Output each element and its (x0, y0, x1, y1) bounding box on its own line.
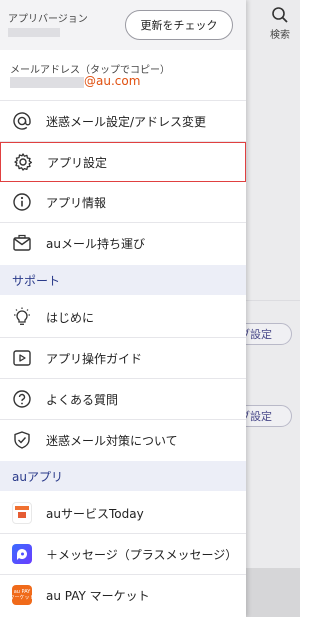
menu-item-label: アプリ情報 (46, 195, 107, 210)
section-title: サポート (12, 273, 61, 288)
menu-item-label: auサービスToday (46, 506, 144, 521)
mail-address-masked[interactable] (10, 77, 84, 88)
at-sign-icon (12, 111, 32, 131)
drawer-header: アプリバージョン 更新をチェック (0, 0, 246, 50)
version-value-masked (8, 28, 60, 37)
menu-item-mail-portability[interactable]: auメール持ち運び (0, 223, 246, 263)
divider (246, 300, 300, 301)
au-pay-market-app-icon: au PAY マーケット (10, 585, 35, 605)
plus-message-app-icon (12, 544, 32, 564)
au-today-app-icon (12, 502, 32, 524)
menu-item-label: au PAY マーケット (46, 588, 150, 603)
info-icon (12, 192, 32, 212)
menu-item-au-pay-market[interactable]: au PAY マーケット au PAY マーケット (0, 575, 246, 615)
menu-item-label: ＋メッセージ（プラスメッセージ） (46, 547, 238, 562)
menu-item-app-settings[interactable]: アプリ設定 (0, 142, 246, 182)
menu-item-spam-measures[interactable]: 迷惑メール対策について (0, 420, 246, 460)
envelope-icon (12, 233, 32, 253)
search-button[interactable]: 検索 (262, 6, 298, 42)
question-icon (12, 389, 32, 409)
version-label: アプリバージョン (8, 14, 88, 25)
menu-item-au-service-today[interactable]: auサービスToday (0, 493, 246, 533)
menu-item-getting-started[interactable]: はじめに (0, 297, 246, 337)
menu-item-label: よくある質問 (46, 392, 119, 407)
icon-wrap: au PAY マーケット (10, 585, 35, 605)
menu-item-label: アプリ設定 (47, 155, 108, 170)
shield-check-icon (12, 430, 32, 450)
menu-item-label: はじめに (46, 310, 95, 325)
menu-item-app-info[interactable]: アプリ情報 (0, 182, 246, 222)
section-header-support: サポート (0, 265, 246, 295)
icon-wrap (12, 544, 32, 564)
menu-item-label: アプリ操作ガイド (46, 351, 143, 366)
menu-item-label: 迷惑メール設定/アドレス変更 (46, 114, 207, 129)
gear-icon (13, 152, 33, 172)
play-icon (12, 348, 32, 368)
search-label: 検索 (270, 30, 290, 41)
mail-address-domain[interactable]: @au.com (84, 74, 140, 88)
icon-wrap (12, 502, 32, 524)
section-header-au-apps: auアプリ (0, 461, 246, 491)
navigation-drawer: アプリバージョン 更新をチェック メールアドレス（タップでコピー） @au.co… (0, 0, 246, 617)
search-icon (262, 6, 298, 30)
menu-item-operation-guide[interactable]: アプリ操作ガイド (0, 338, 246, 378)
menu-item-label: 迷惑メール対策について (46, 433, 178, 448)
check-update-button[interactable]: 更新をチェック (125, 10, 233, 40)
menu-item-spam-settings[interactable]: 迷惑メール設定/アドレス変更 (0, 101, 246, 141)
lightbulb-icon (12, 307, 32, 327)
bottom-bar (246, 568, 300, 617)
menu-item-faq[interactable]: よくある質問 (0, 379, 246, 419)
menu-item-label: auメール持ち運び (46, 236, 145, 251)
menu-item-plus-message[interactable]: ＋メッセージ（プラスメッセージ） (0, 534, 246, 574)
section-title: auアプリ (12, 469, 63, 484)
